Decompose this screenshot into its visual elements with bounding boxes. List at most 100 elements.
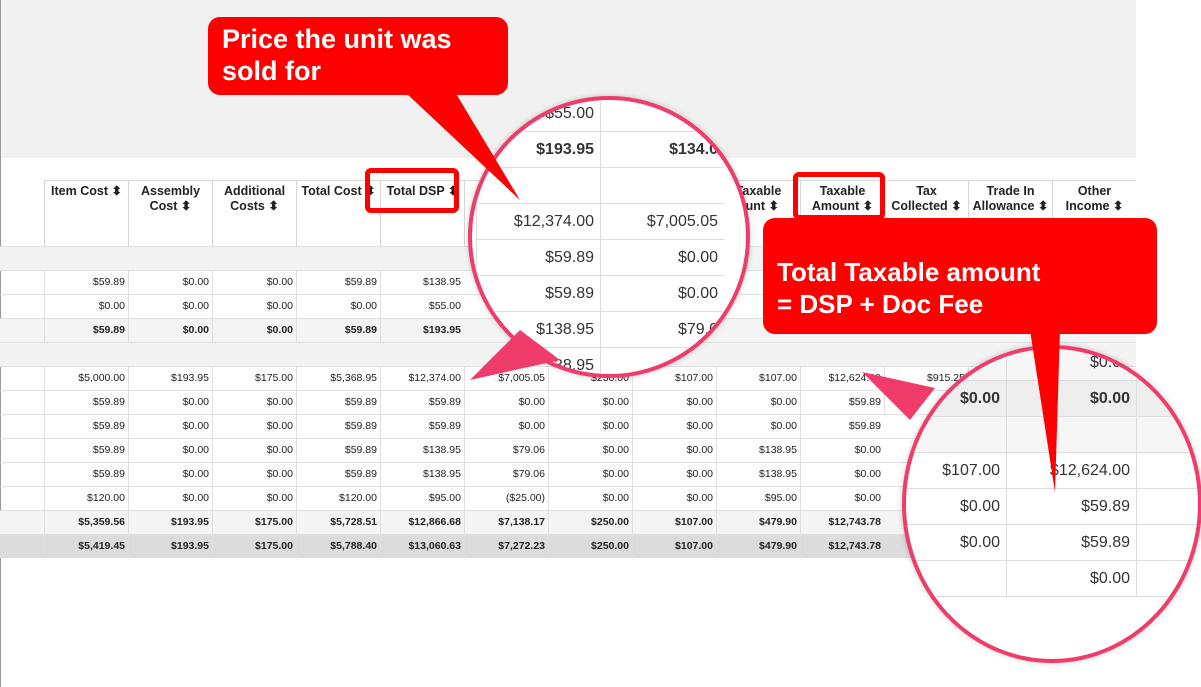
magnified-cell: $55.00 [476, 100, 600, 132]
column-header-1[interactable]: Assembly Cost ⬍ [128, 180, 212, 246]
table-cell: $95.00 [380, 487, 464, 511]
magnified-cell: $0.00 [1006, 381, 1136, 417]
table-cell: $0.00 [548, 415, 632, 439]
magnified-cell: $79.0 [600, 312, 724, 348]
column-header-label: Item Cost ⬍ [51, 184, 122, 198]
table-cell: $79.06 [464, 439, 548, 463]
table-cell: $0.00 [800, 463, 884, 487]
column-header-label: Trade In [986, 184, 1035, 198]
table-cell: $0.00 [128, 271, 212, 295]
table-cell: $0.00 [128, 487, 212, 511]
column-header-label: Assembly [140, 184, 201, 198]
table-cell: $59.89 [800, 391, 884, 415]
table-cell: $479.90 [716, 511, 800, 535]
price-callout: Price the unit was sold for [208, 17, 508, 95]
table-cell: $0.00 [212, 487, 296, 511]
magnified-cell [600, 168, 724, 204]
table-cell: $55.00 [380, 295, 464, 319]
total-dsp-highlight [365, 168, 459, 213]
table-cell: $12,866.68 [380, 511, 464, 535]
table-cell: $0.00 [548, 391, 632, 415]
magnified-cell [1136, 525, 1198, 561]
table-cell: $5,788.40 [296, 535, 380, 559]
magnified-cell: $0.00 [600, 276, 724, 312]
column-header-label-line2: Costs ⬍ [230, 199, 279, 213]
table-cell: $0.00 [128, 439, 212, 463]
table-cell: $138.95 [716, 439, 800, 463]
column-header-label: Additional [223, 184, 286, 198]
table-cell: $120.00 [44, 487, 128, 511]
magnified-cell: $0.00 [1006, 561, 1136, 597]
column-header-2[interactable]: Additional Costs ⬍ [212, 180, 296, 246]
magnified-cell [906, 349, 1006, 381]
table-cell: $0.00 [632, 391, 716, 415]
table-cell: $250.00 [548, 535, 632, 559]
table-cell: $7,138.17 [464, 511, 548, 535]
table-cell: $12,743.78 [800, 535, 884, 559]
table-cell: $175.00 [212, 535, 296, 559]
price-callout-line1: Price the unit was [222, 24, 452, 54]
magnified-cell: $59.89 [1006, 489, 1136, 525]
table-cell: $0.00 [632, 439, 716, 463]
table-cell: $138.95 [380, 271, 464, 295]
magnified-cell: $12,374.00 [476, 204, 600, 240]
price-callout-line2: sold for [222, 56, 321, 86]
table-cell: $5,368.95 [296, 367, 380, 391]
table-cell: ($25.00) [464, 487, 548, 511]
table-cell: $5,419.45 [44, 535, 128, 559]
taxable-callout-line2: = DSP + Doc Fee [777, 289, 984, 319]
column-header-label: Other [1077, 184, 1112, 198]
table-cell: $0.00 [128, 319, 212, 343]
magnified-cell: $59.89 [476, 240, 600, 276]
column-header-label-line2: Collected ⬍ [891, 199, 962, 213]
table-cell: $107.00 [716, 367, 800, 391]
column-header-label-line2: Income ⬍ [1065, 199, 1124, 213]
table-cell: $0.00 [464, 391, 548, 415]
table-cell: $0.00 [128, 415, 212, 439]
magnified-cell: $0.00 [906, 381, 1006, 417]
magnifier-dsp: $55.00 $ $193.95 $134.0 $12,374.00 $7,005.05 $… [468, 96, 750, 378]
magnified-cell: $59.89 [1006, 525, 1136, 561]
magnified-cell [1006, 417, 1136, 453]
table-cell: $0.00 [716, 415, 800, 439]
column-header-label-line2: Allowance ⬍ [972, 199, 1049, 213]
taxable-callout-line1: Total Taxable amount [777, 257, 1041, 287]
table-cell: $0.00 [800, 439, 884, 463]
table-cell: $0.00 [548, 463, 632, 487]
table-cell: $0.00 [212, 271, 296, 295]
taxable-callout: Total Taxable amount = DSP + Doc Fee [763, 218, 1157, 334]
table-cell: $0.00 [212, 415, 296, 439]
table-cell: $0.00 [800, 487, 884, 511]
table-cell: $5,359.56 [44, 511, 128, 535]
table-cell: $59.89 [380, 415, 464, 439]
table-cell: $193.95 [128, 511, 212, 535]
magnifier-taxable: $0.00$0.00$0.00$107.00$12,624.00$915.$0.… [902, 345, 1201, 663]
magnified-cell [906, 417, 1006, 453]
table-cell: $59.89 [296, 463, 380, 487]
table-cell: $13,060.63 [380, 535, 464, 559]
table-cell: $59.89 [296, 391, 380, 415]
table-cell: $59.89 [44, 319, 128, 343]
table-cell: $59.89 [44, 439, 128, 463]
table-cell: $138.95 [380, 439, 464, 463]
magnified-cell: $138.95 [476, 312, 600, 348]
table-cell: $5,728.51 [296, 511, 380, 535]
table-cell: $79.06 [464, 463, 548, 487]
magnified-cell: $0.00 [906, 525, 1006, 561]
column-header-0[interactable]: Item Cost ⬍ [44, 180, 128, 246]
magnified-cell [1136, 417, 1198, 453]
table-cell: $193.95 [380, 319, 464, 343]
table-cell: $59.89 [44, 391, 128, 415]
magnified-cell: $7,005.05 [600, 204, 724, 240]
table-cell: $0.00 [632, 463, 716, 487]
table-cell: $59.89 [44, 463, 128, 487]
magnified-cell [600, 348, 724, 374]
table-cell: $0.00 [128, 391, 212, 415]
magnified-cell [1136, 349, 1198, 381]
magnified-cell: $138.95 [476, 348, 600, 374]
table-cell: $0.00 [548, 487, 632, 511]
magnified-cell: $ [600, 100, 724, 132]
magnified-cell [476, 168, 600, 204]
column-header-label-line2: Cost ⬍ [149, 199, 192, 213]
table-cell: $0.00 [212, 319, 296, 343]
